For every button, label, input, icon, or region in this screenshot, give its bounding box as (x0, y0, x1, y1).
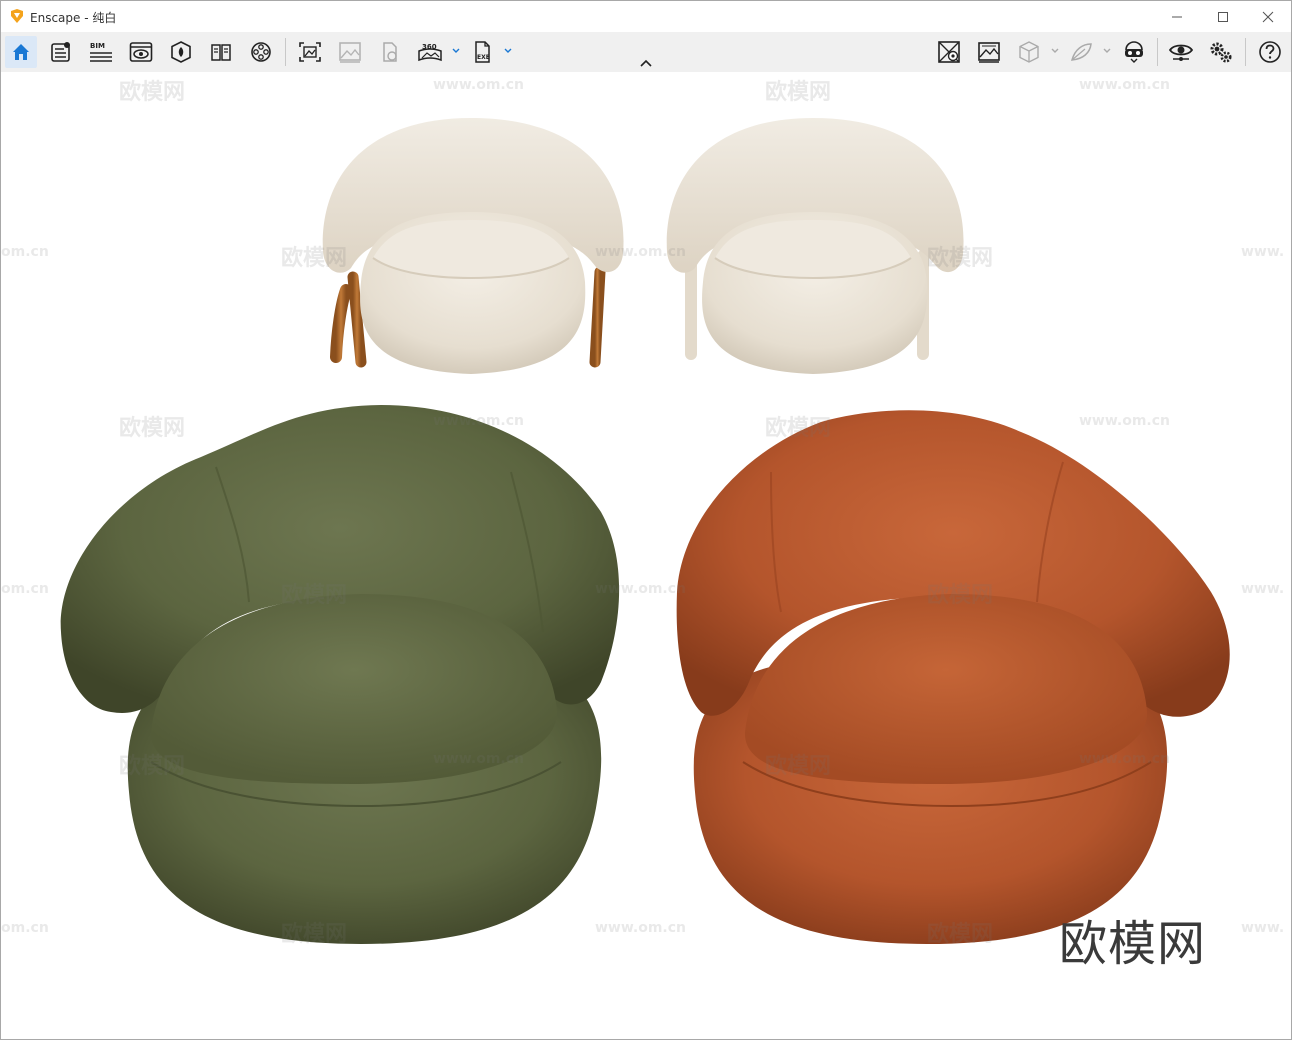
panorama-icon: 360 (418, 43, 442, 62)
bim-label: BIM (90, 42, 105, 50)
exe-export-icon: EXE (475, 41, 490, 63)
asset-library-icon (51, 42, 70, 62)
help-button[interactable] (1254, 36, 1286, 68)
upload-icon (383, 42, 397, 62)
upload-button[interactable] (374, 36, 406, 68)
settings-gear-icon (1210, 42, 1232, 63)
exe-label: EXE (477, 54, 490, 61)
material-editor-button[interactable] (245, 36, 277, 68)
toolbar-separator (1245, 38, 1246, 66)
bim-icon: BIM (90, 42, 112, 62)
view-management-icon (129, 42, 153, 62)
site-context-button[interactable] (933, 36, 965, 68)
toolbar-separator (1157, 38, 1158, 66)
home-icon (13, 44, 29, 60)
vegetation-dropdown-chevron-icon[interactable] (1102, 46, 1112, 56)
exe-export-button[interactable]: EXE (467, 36, 499, 68)
capture-icon (978, 42, 1000, 63)
vr-headset-icon (1125, 41, 1143, 63)
asset-library-button[interactable] (45, 36, 77, 68)
batch-render-button[interactable] (334, 36, 366, 68)
views-button[interactable] (1013, 36, 1045, 68)
close-button[interactable] (1245, 1, 1291, 32)
toolbar-separator (285, 38, 286, 66)
minimize-button[interactable] (1154, 1, 1200, 32)
home-button[interactable] (5, 36, 37, 68)
views-cube-icon (1019, 41, 1039, 63)
panorama-button[interactable]: 360 (414, 36, 446, 68)
cream-armchair-wood-legs (322, 118, 624, 374)
atmosphere-icon (211, 44, 231, 61)
vr-headset-button[interactable] (1118, 36, 1150, 68)
title-separator: - (80, 11, 93, 25)
views-dropdown-chevron-icon[interactable] (1050, 46, 1060, 56)
bim-button[interactable]: BIM (85, 36, 117, 68)
screenshot-icon (299, 42, 321, 62)
scene-name: 纯白 (92, 11, 117, 25)
screenshot-button[interactable] (294, 36, 326, 68)
material-editor-icon (251, 42, 271, 62)
collapse-toolbar-chevron-up-icon[interactable] (639, 59, 653, 69)
title-bar: Enscape - 纯白 (1, 1, 1291, 32)
enscape-logo-icon (11, 9, 23, 23)
help-icon (1259, 41, 1281, 63)
vegetation-icon (1070, 43, 1092, 61)
site-context-icon (938, 41, 960, 63)
view-management-button[interactable] (125, 36, 157, 68)
batch-render-icon (339, 42, 361, 63)
maximize-button[interactable] (1200, 1, 1246, 32)
minimize-icon (1172, 16, 1182, 17)
exe-dropdown-chevron-icon[interactable] (503, 46, 513, 56)
app-name: Enscape (30, 11, 81, 25)
olive-lounge-chair (60, 405, 620, 944)
enscape-window: Enscape - 纯白 BIM 360 EXE 欧模网 www.om.cn 欧… (0, 0, 1292, 1040)
panorama-dropdown-chevron-icon[interactable] (451, 46, 461, 56)
render-viewport[interactable]: 欧模网 www.om.cn 欧模网 www.om.cn om.cn 欧模网 ww… (1, 72, 1291, 1039)
visibility-button[interactable] (1165, 36, 1197, 68)
brand-watermark: 欧模网 (1059, 916, 1207, 972)
visibility-eye-icon (1168, 44, 1194, 61)
window-title: Enscape - 纯白 (30, 9, 116, 26)
maximize-icon (1218, 11, 1228, 22)
visual-settings-icon (171, 41, 191, 63)
close-icon (1262, 11, 1274, 22)
capture-button[interactable] (973, 36, 1005, 68)
terracotta-lounge-chair (676, 410, 1230, 944)
atmosphere-button[interactable] (205, 36, 237, 68)
vegetation-button[interactable] (1065, 36, 1097, 68)
rendered-scene (60, 118, 1230, 944)
visual-settings-button[interactable] (165, 36, 197, 68)
cream-armchair (666, 118, 964, 374)
settings-button[interactable] (1205, 36, 1237, 68)
